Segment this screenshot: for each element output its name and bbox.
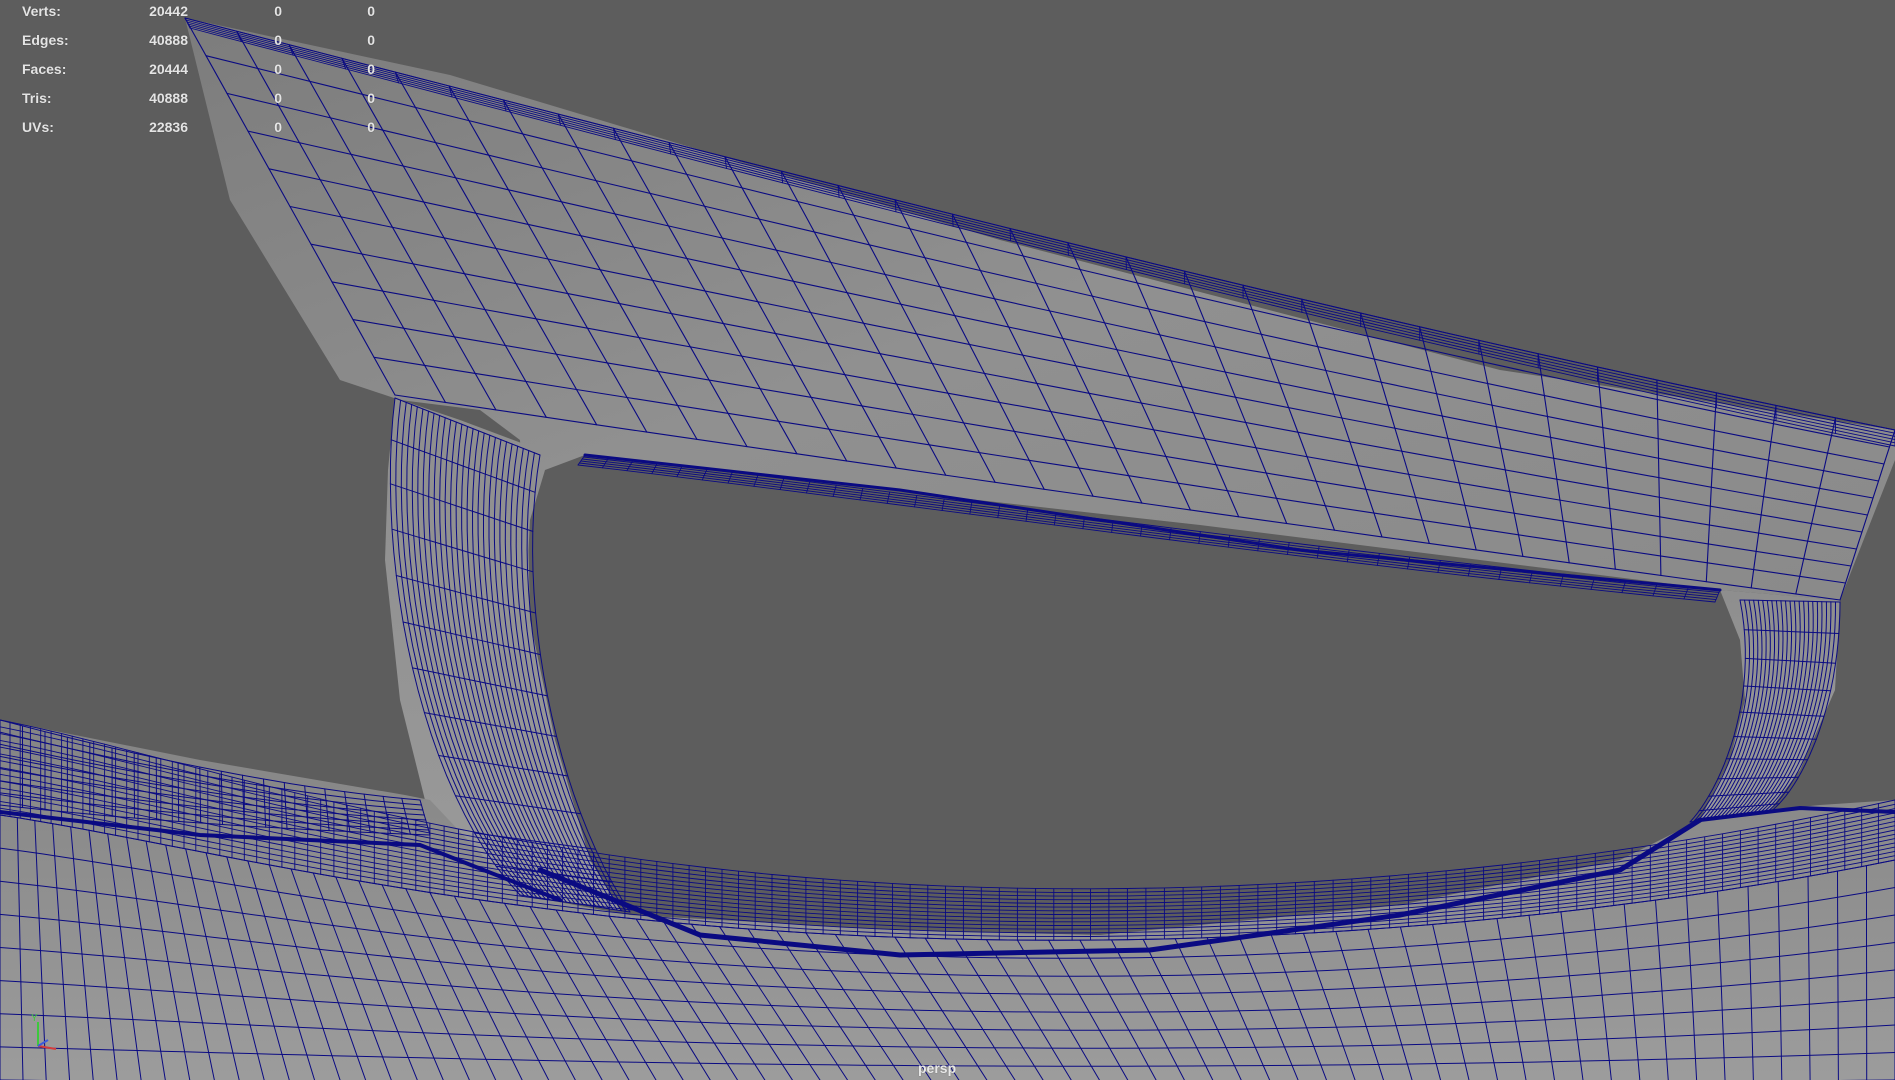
axis-y-label: Y bbox=[31, 1013, 38, 1024]
hud-row-faces: Faces: 20444 0 0 bbox=[0, 61, 400, 81]
hud-total-count: 20444 bbox=[149, 61, 188, 77]
mesh-lower-body bbox=[0, 720, 1895, 1080]
hud-label: UVs: bbox=[22, 119, 54, 135]
hud-total-count: 20442 bbox=[149, 3, 188, 19]
hud-selected-count: 0 bbox=[274, 61, 282, 77]
hud-row-tris: Tris: 40888 0 0 bbox=[0, 90, 400, 110]
hud-total-count: 22836 bbox=[149, 119, 188, 135]
hud-selected-count: 0 bbox=[274, 119, 282, 135]
hud-label: Tris: bbox=[22, 90, 52, 106]
hud-total-count: 40888 bbox=[149, 32, 188, 48]
hud-label: Faces: bbox=[22, 61, 67, 77]
hud-component-count: 0 bbox=[367, 32, 375, 48]
wireframe-mesh[interactable] bbox=[0, 0, 1895, 1080]
3d-viewport[interactable]: Verts: 20442 0 0 Edges: 40888 0 0 Faces: 20444 0 0 T… bbox=[0, 0, 1895, 1080]
hud-component-count: 0 bbox=[367, 119, 375, 135]
hud-selected-count: 0 bbox=[274, 3, 282, 19]
hud-total-count: 40888 bbox=[149, 90, 188, 106]
hud-row-verts: Verts: 20442 0 0 bbox=[0, 3, 400, 23]
axis-orientation-icon: Y bbox=[31, 1013, 57, 1050]
hud-component-count: 0 bbox=[367, 90, 375, 106]
camera-name-label: persp bbox=[918, 1060, 957, 1076]
hud-label: Edges: bbox=[22, 32, 69, 48]
hud-row-edges: Edges: 40888 0 0 bbox=[0, 32, 400, 52]
hud-label: Verts: bbox=[22, 3, 61, 19]
hud-row-uvs: UVs: 22836 0 0 bbox=[0, 119, 400, 139]
hud-component-count: 0 bbox=[367, 61, 375, 77]
hud-selected-count: 0 bbox=[274, 90, 282, 106]
hud-selected-count: 0 bbox=[274, 32, 282, 48]
hud-component-count: 0 bbox=[367, 3, 375, 19]
